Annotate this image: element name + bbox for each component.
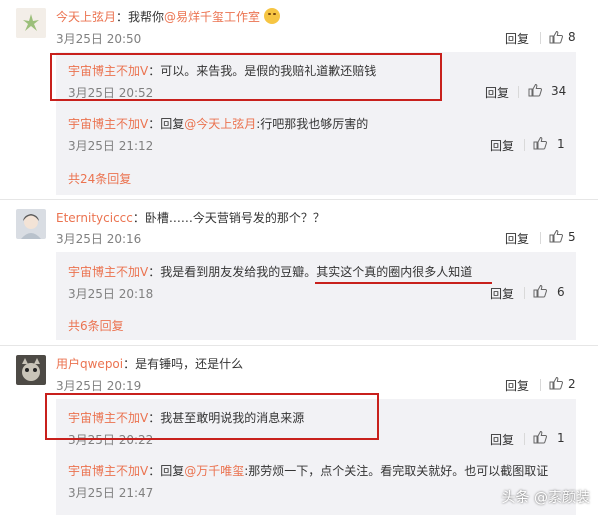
divider [0, 345, 598, 346]
reply-button[interactable]: 回复 [505, 377, 529, 394]
watermark: 头条 @素颜装 [501, 490, 590, 506]
reply-time: 3月25日 21:47 [68, 486, 154, 500]
reply-body: ：回复 [148, 464, 185, 478]
like-icon[interactable] [533, 136, 547, 150]
like-icon[interactable] [549, 30, 563, 44]
reply-body: ：我是看到朋友发给我的豆瓣。其实这个真的圈内很多人知道 [148, 265, 473, 279]
reply-button[interactable]: 回复 [490, 431, 514, 448]
reply-text: 宇宙博主不加V：回复@万千唯玺:那劳烦一下，点个关注。看完取关就好。也可以截图取… [68, 462, 548, 479]
reply-body: :行吧那我也够厉害的 [256, 117, 369, 131]
like-icon[interactable] [528, 83, 542, 97]
reply-time: 3月25日 21:12 [68, 139, 154, 153]
comment-text: 用户qwepoi：是有锤吗，还是什么 [56, 355, 243, 372]
reply-text: 宇宙博主不加V：我是看到朋友发给我的豆瓣。其实这个真的圈内很多人知道 [68, 263, 472, 280]
reply-text: 宇宙博主不加V：回复@今天上弦月:行吧那我也够厉害的 [68, 115, 368, 132]
comment-time: 3月25日 20:50 [56, 32, 142, 46]
separator [540, 232, 541, 244]
mention-link[interactable]: @今天上弦月 [184, 117, 256, 131]
reply-button[interactable]: 回复 [505, 30, 529, 47]
highlight-box [50, 53, 442, 101]
separator [524, 287, 525, 299]
like-icon[interactable] [533, 430, 547, 444]
avatar[interactable] [16, 355, 46, 385]
reply-user[interactable]: 宇宙博主不加V [68, 464, 148, 478]
reply-button[interactable]: 回复 [490, 137, 514, 154]
like-count: 2 [568, 377, 576, 391]
comment-user[interactable]: 用户qwepoi [56, 357, 123, 371]
comment-body: ：我帮你 [116, 10, 165, 24]
comment-user[interactable]: Eternityciccc [56, 211, 133, 225]
reply-body: :那劳烦一下，点个关注。看完取关就好。也可以截图取证 [244, 464, 549, 478]
comment-text: 今天上弦月：我帮你@易烊千玺工作室 [56, 8, 280, 25]
comment-body: ：是有锤吗，还是什么 [123, 357, 244, 371]
like-count: 1 [557, 137, 565, 151]
like-count: 5 [568, 230, 576, 244]
like-icon[interactable] [533, 284, 547, 298]
mention-link[interactable]: @易烊千玺工作室 [164, 10, 260, 24]
like-icon[interactable] [549, 376, 563, 390]
avatar[interactable] [16, 209, 46, 239]
separator [524, 433, 525, 445]
comment-user[interactable]: 今天上弦月 [56, 10, 116, 24]
separator [540, 379, 541, 391]
underline-mark [315, 282, 492, 284]
more-replies-link[interactable]: 共6条回复 [68, 317, 124, 334]
like-count: 8 [568, 30, 576, 44]
reply-button[interactable]: 回复 [490, 285, 514, 302]
comment-time: 3月25日 20:19 [56, 379, 142, 393]
comment-body: ：卧槽……今天营销号发的那个？？ [132, 211, 325, 225]
like-count: 34 [551, 84, 567, 98]
reply-body: ：回复 [148, 117, 185, 131]
like-count: 6 [557, 285, 565, 299]
separator [540, 32, 541, 44]
reply-user[interactable]: 宇宙博主不加V [68, 265, 148, 279]
reply-button[interactable]: 回复 [485, 84, 509, 101]
comment-text: Eternityciccc：卧槽……今天营销号发的那个？？ [56, 209, 325, 226]
mention-link[interactable]: @万千唯玺 [184, 464, 244, 478]
avatar[interactable] [16, 8, 46, 38]
divider [0, 199, 598, 200]
comment-time: 3月25日 20:16 [56, 232, 142, 246]
separator [518, 86, 519, 98]
like-icon[interactable] [549, 229, 563, 243]
reply-user[interactable]: 宇宙博主不加V [68, 117, 148, 131]
separator [524, 139, 525, 151]
highlight-box [45, 393, 379, 440]
more-replies-link[interactable]: 共24条回复 [68, 170, 131, 187]
like-count: 1 [557, 431, 565, 445]
smile-emoji-icon [263, 8, 280, 24]
reply-time: 3月25日 20:18 [68, 287, 154, 301]
reply-button[interactable]: 回复 [505, 230, 529, 247]
